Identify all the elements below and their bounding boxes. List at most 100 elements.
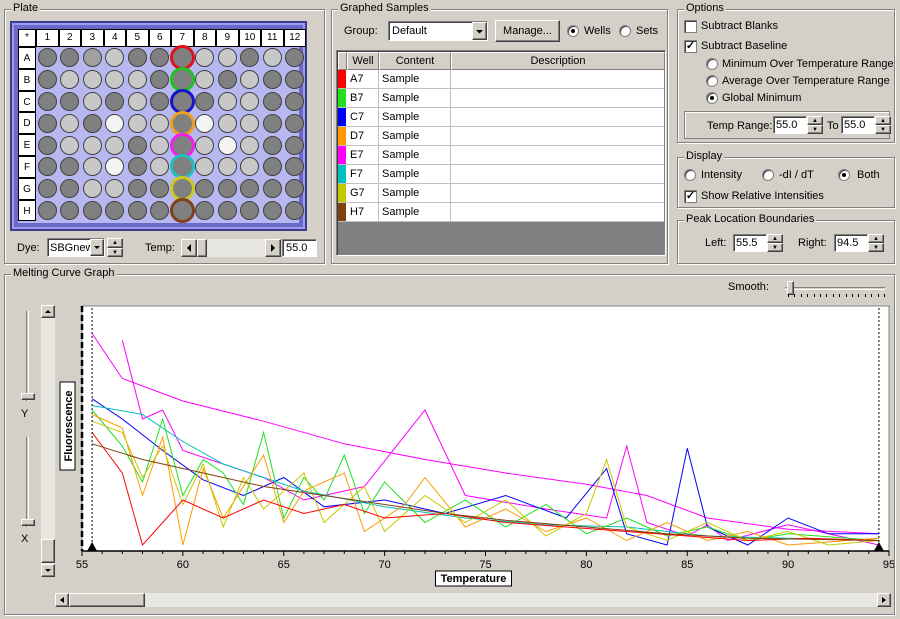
graph-vscrollbar[interactable] [41,305,55,577]
plate-well[interactable] [105,135,125,155]
slider-thumb[interactable] [197,239,207,257]
smooth-slider[interactable] [785,280,885,300]
plate-well[interactable] [37,179,57,199]
spin-down-icon[interactable]: ▼ [107,247,123,257]
plate-well[interactable] [37,70,57,90]
plate-well[interactable] [240,48,260,68]
x-zoom-slider[interactable] [21,437,35,527]
table-row[interactable]: D7 Sample [338,127,664,146]
plate-well[interactable] [150,48,170,68]
plate-row-header[interactable]: G [18,177,36,200]
plate-col-header[interactable]: 7 [171,29,194,47]
plate-col-header[interactable]: 1 [36,29,59,47]
table-row[interactable]: A7 Sample [338,70,664,89]
peak-right-spin[interactable]: ▲ ▼ [868,234,884,252]
plate-well[interactable] [217,135,237,155]
vscroll-down-arrow[interactable] [41,564,55,577]
plate-well[interactable] [150,179,170,199]
plate-well[interactable] [285,92,305,111]
plate-well[interactable] [262,113,282,133]
plate-well[interactable] [217,70,237,90]
plate-well[interactable] [262,179,282,199]
plate-well[interactable] [240,135,260,155]
temp-input[interactable]: 55.0 [282,239,317,257]
plate-well[interactable] [169,198,195,223]
plate-well[interactable] [195,201,215,220]
spin-down-icon[interactable]: ▼ [875,125,891,134]
plate-well[interactable] [150,157,170,177]
plate-well[interactable] [82,70,102,90]
plate-well[interactable] [127,157,147,177]
header-well[interactable]: Well [347,52,379,70]
plate-row-header[interactable]: B [18,68,36,91]
plate-row-header[interactable]: F [18,156,36,178]
hscroll-right-arrow[interactable] [877,593,891,607]
sets-radio[interactable] [619,25,631,37]
plate-well[interactable] [82,48,102,68]
dye-dropdown-button[interactable] [90,239,104,256]
plate-row-header[interactable]: C [18,90,36,113]
plate-well[interactable] [82,201,102,220]
table-row[interactable]: H7 Sample [338,203,664,222]
y-zoom-thumb[interactable] [21,393,35,400]
plate-well[interactable] [285,201,305,220]
slider-left-arrow[interactable] [181,239,197,257]
plate-well[interactable] [60,70,80,90]
plate-well[interactable] [195,70,215,90]
derivative-radio[interactable] [762,169,774,181]
plate-well[interactable] [37,92,57,111]
table-row[interactable]: G7 Sample [338,184,664,203]
plate-well[interactable] [217,92,237,111]
plate-well[interactable] [240,157,260,177]
header-description[interactable]: Description [451,52,665,70]
spin-up-icon[interactable]: ▲ [107,238,123,248]
spin-down-icon[interactable]: ▼ [868,243,884,252]
plate-well[interactable] [60,48,80,68]
temp-range-to[interactable]: 55.0 [841,116,875,134]
table-row[interactable]: B7 Sample [338,89,664,108]
plate-well[interactable] [195,48,215,68]
plate-well[interactable] [150,70,170,90]
hscroll-left-arrow[interactable] [55,593,69,607]
plate-well[interactable] [285,113,305,133]
plate-well[interactable] [262,70,282,90]
plate-col-header[interactable]: 4 [103,29,126,47]
plate-well[interactable] [82,92,102,111]
spin-up-icon[interactable]: ▲ [807,116,823,125]
plate-well[interactable] [285,48,305,68]
peak-left-spin[interactable]: ▲ ▼ [767,234,783,252]
plate-well[interactable] [285,70,305,90]
plate-well[interactable] [37,135,57,155]
plate-well[interactable] [127,70,147,90]
plate-well[interactable] [105,179,125,199]
baseline-average-radio[interactable] [706,75,718,87]
spin-up-icon[interactable]: ▲ [868,234,884,243]
plate-well[interactable] [60,157,80,177]
plate-well[interactable] [82,179,102,199]
baseline-global-radio[interactable] [706,92,718,104]
plate-well[interactable] [285,157,305,177]
plate-well[interactable] [195,135,215,155]
plate-well[interactable] [262,201,282,220]
manage-button[interactable]: Manage... [495,20,560,42]
table-row[interactable]: E7 Sample [338,146,664,165]
plate-well[interactable] [127,201,147,220]
plate-col-header[interactable]: 12 [283,29,306,47]
smooth-thumb[interactable] [787,281,794,295]
vscroll-thumb[interactable] [41,539,55,563]
dye-spin[interactable]: ▲ ▼ [107,238,123,257]
temp-range-to-spin[interactable]: ▲ ▼ [875,116,891,134]
plate-well[interactable] [60,179,80,199]
plate-well[interactable] [150,135,170,155]
plate-well[interactable] [262,48,282,68]
plate-well[interactable] [105,92,125,111]
plate-row-header[interactable]: E [18,134,36,156]
plate-well[interactable] [195,113,215,133]
plate-well[interactable] [60,135,80,155]
plate-well[interactable] [105,201,125,220]
plate-well[interactable] [240,201,260,220]
plate-well[interactable] [37,48,57,68]
slider-right-arrow[interactable] [265,239,281,257]
wells-radio[interactable] [567,25,579,37]
plate-well[interactable] [240,179,260,199]
